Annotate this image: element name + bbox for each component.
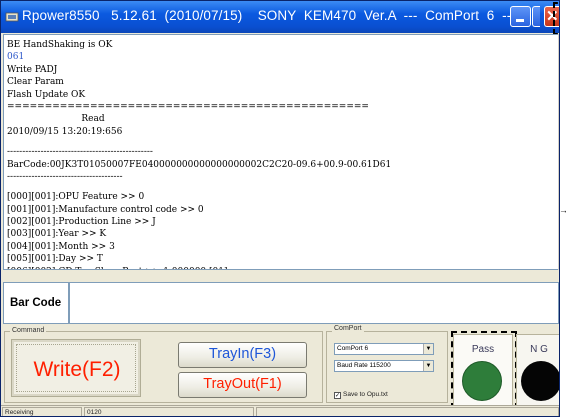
window-title: Rpower8550 5.12.61 (2010/07/15) SONY KEM… (22, 8, 516, 23)
log-line: Write PADJ (7, 64, 58, 75)
comport-select-value: ComPort 6 (337, 345, 369, 352)
status-panel-empty (256, 407, 559, 416)
maximize-button[interactable] (532, 6, 540, 27)
barcode-label: Bar Code (3, 282, 69, 324)
log-line: [003][001]:Year >> K (7, 229, 107, 240)
trayout-button[interactable]: TrayOut(F1) (178, 372, 307, 398)
log-line: 061 (7, 52, 25, 63)
main-window: Rpower8550 5.12.61 (2010/07/15) SONY KEM… (0, 0, 560, 417)
log-line: -------------------------------------- (7, 171, 123, 182)
log-line: [002][001]:Production Line >> J (7, 217, 156, 228)
chevron-down-icon[interactable]: ▼ (423, 361, 433, 371)
chevron-down-icon[interactable]: ▼ (423, 344, 433, 354)
trayout-button-label: TrayOut(F1) (203, 376, 282, 392)
pass-highlight (451, 331, 517, 409)
ng-light-icon (521, 361, 559, 401)
log-line: [006][002]:CD Tan Skew Best >> 1.000000 … (7, 266, 391, 269)
baudrate-select[interactable]: Baud Rate 115200 ▼ (334, 360, 434, 372)
log-line: Flash Update OK (7, 89, 86, 100)
ng-label: N G (530, 344, 548, 355)
ng-indicator: N G (516, 334, 559, 408)
log-line: BarCode:00JK3T01050007FE0400000000000000… (7, 159, 392, 170)
log-line: [004][001]:Month >> 3 (7, 241, 115, 252)
log-text: BE HandShaking is OK 061 Write PADJ Clear P… (7, 39, 392, 269)
minimize-button[interactable] (510, 6, 531, 27)
log-output[interactable]: BE HandShaking is OK 061 Write PADJ Clear P… (3, 34, 559, 270)
log-line: Clear Param (7, 77, 64, 88)
baudrate-select-value: Baud Rate 115200 (337, 362, 391, 369)
comport-group-title: ComPort (332, 325, 364, 332)
write-button-label: Write(F2) (33, 358, 121, 381)
barcode-input[interactable] (69, 282, 559, 324)
write-button-focus: Write(F2) (16, 344, 136, 392)
close-button-highlight (553, 2, 559, 35)
log-line: Read (7, 114, 105, 125)
command-group-title: Command (10, 327, 47, 334)
log-line: ----------------------------------------… (7, 147, 153, 158)
write-button[interactable]: Write(F2) (11, 339, 141, 397)
pointer-arrow-icon: → (559, 205, 566, 215)
title-bar[interactable]: Rpower8550 5.12.61 (2010/07/15) SONY KEM… (1, 1, 559, 33)
log-line: BE HandShaking is OK (7, 40, 113, 50)
trayin-button-label: TrayIn(F3) (208, 346, 277, 362)
save-checkbox-label: Save to Opu.txt (343, 391, 388, 398)
status-bar: Receiving 0120 (1, 405, 559, 416)
app-icon (5, 12, 19, 22)
log-line: [001][001]:Manufacture control code >> 0 (7, 204, 204, 215)
comport-select[interactable]: ComPort 6 ▼ (334, 343, 434, 355)
log-line: [000][001]:OPU Feature >> 0 (7, 192, 145, 203)
trayin-button[interactable]: TrayIn(F3) (178, 342, 307, 368)
log-line: [005][001]:Day >> T (7, 254, 103, 265)
log-line: 2010/09/15 13:20:19:656 (7, 126, 123, 137)
status-count: 0120 (84, 407, 254, 416)
log-line: ========================================… (7, 101, 369, 112)
status-text: Receiving (2, 407, 82, 416)
log-scrollbar[interactable] (558, 34, 559, 270)
save-checkbox[interactable]: ✓ (334, 392, 341, 399)
